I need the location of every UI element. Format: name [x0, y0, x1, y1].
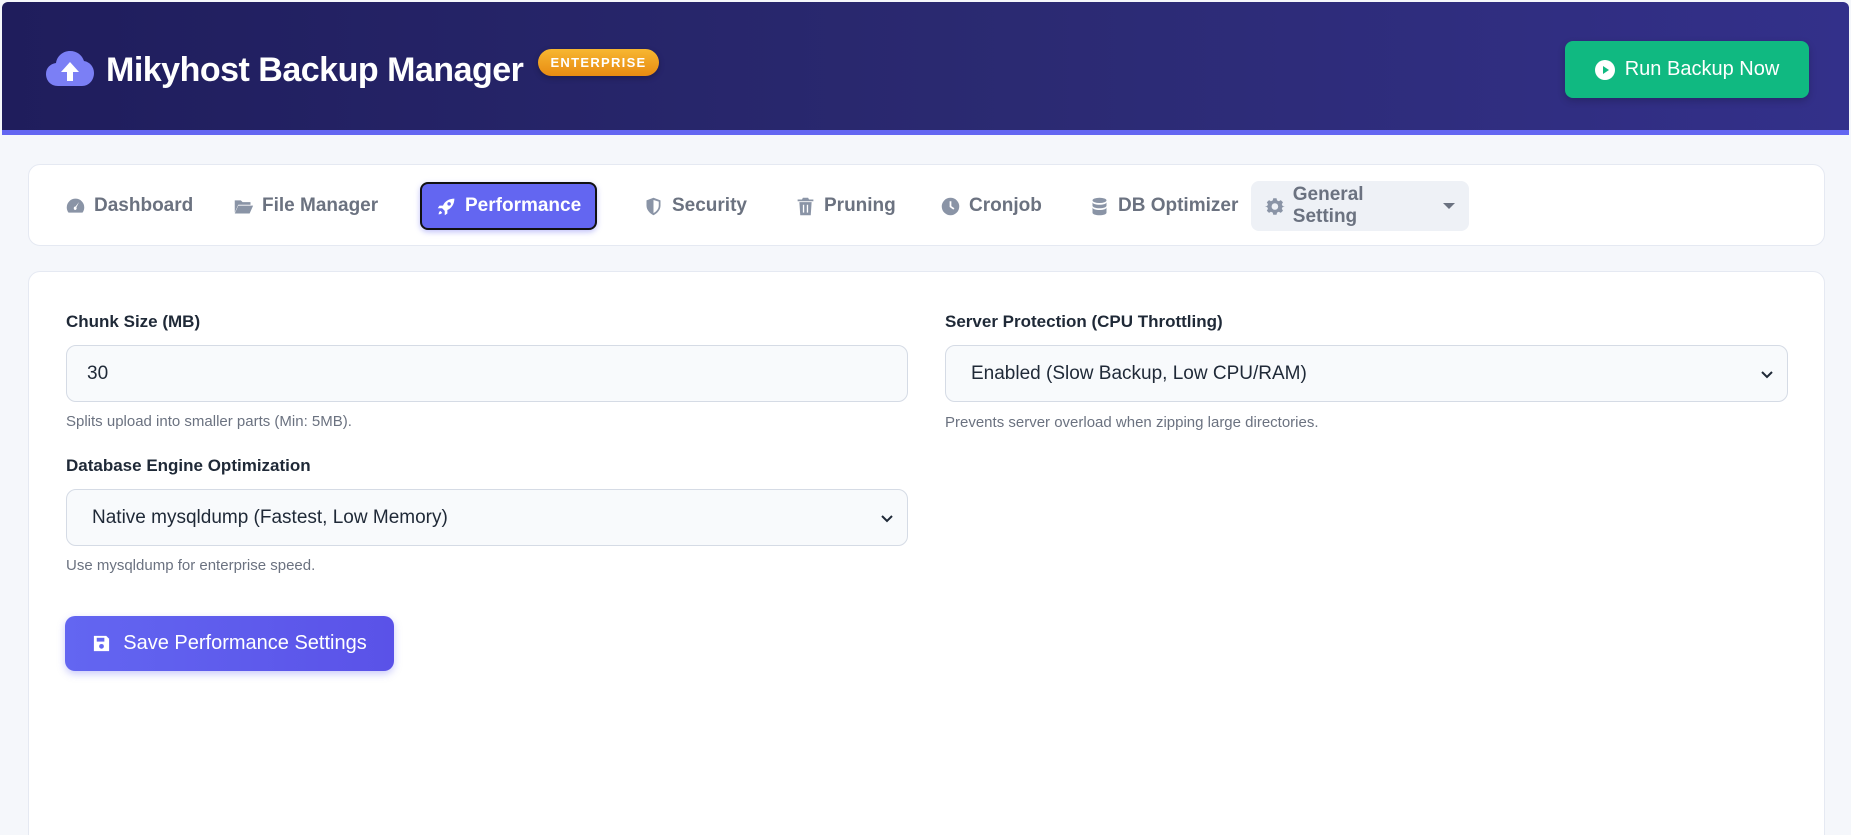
chunk-size-help: Splits upload into smaller parts (Min: 5…	[66, 413, 352, 430]
db-engine-value: Native mysqldump (Fastest, Low Memory)	[92, 506, 448, 528]
tab-db-optimizer[interactable]: DB Optimizer	[1075, 181, 1252, 231]
chevron-down-icon	[1761, 370, 1773, 378]
gauge-icon	[66, 198, 85, 213]
app-header: Mikyhost Backup Manager ENTERPRISE Run B…	[2, 2, 1849, 135]
save-button-label: Save Performance Settings	[123, 632, 367, 654]
db-engine-help: Use mysqldump for enterprise speed.	[66, 557, 316, 574]
database-icon	[1092, 197, 1107, 215]
run-backup-button[interactable]: Run Backup Now	[1565, 41, 1809, 98]
enterprise-badge: ENTERPRISE	[538, 49, 659, 76]
rocket-icon	[437, 198, 455, 215]
tab-label: Pruning	[824, 195, 896, 216]
save-performance-button[interactable]: Save Performance Settings	[65, 616, 394, 671]
tab-label: General Setting	[1292, 184, 1364, 227]
db-engine-select[interactable]: Native mysqldump (Fastest, Low Memory)	[66, 489, 908, 546]
gear-icon	[1265, 197, 1285, 215]
tab-cronjob[interactable]: Cronjob	[926, 181, 1056, 231]
brand: Mikyhost Backup Manager	[46, 46, 524, 94]
trash-icon	[797, 197, 814, 215]
run-backup-label: Run Backup Now	[1624, 58, 1780, 80]
cloud-upload-icon	[46, 51, 94, 86]
db-engine-label: Database Engine Optimization	[66, 456, 311, 475]
tab-label: File Manager	[262, 195, 379, 216]
play-circle-icon	[1594, 59, 1615, 80]
tab-label: Dashboard	[94, 195, 194, 216]
tab-label: Performance	[465, 195, 582, 216]
floppy-disk-icon	[94, 635, 110, 652]
tab-label: DB Optimizer	[1118, 195, 1239, 216]
clock-icon	[941, 197, 960, 215]
caret-down-icon	[1443, 203, 1455, 209]
performance-panel: Chunk Size (MB) 30 Splits upload into sm…	[28, 271, 1825, 835]
tab-label: Cronjob	[969, 195, 1042, 216]
tab-file-manager[interactable]: File Manager	[219, 181, 392, 231]
server-protection-select[interactable]: Enabled (Slow Backup, Low CPU/RAM)	[945, 345, 1788, 402]
chunk-size-input[interactable]: 30	[66, 345, 908, 402]
server-protection-value: Enabled (Slow Backup, Low CPU/RAM)	[971, 362, 1307, 384]
tab-security[interactable]: Security	[629, 181, 761, 231]
chunk-size-label: Chunk Size (MB)	[66, 312, 201, 331]
app-title: Mikyhost Backup Manager	[106, 50, 524, 89]
tab-performance[interactable]: Performance	[420, 182, 598, 230]
tab-dashboard[interactable]: Dashboard	[51, 181, 207, 231]
tab-general-setting[interactable]: General Setting	[1251, 181, 1469, 231]
server-protection-label: Server Protection (CPU Throttling)	[945, 312, 1223, 331]
shield-icon	[646, 197, 661, 215]
tab-label: Security	[672, 195, 747, 216]
chevron-down-icon	[881, 514, 893, 522]
tab-pruning[interactable]: Pruning	[781, 181, 910, 231]
folder-open-icon	[234, 199, 254, 213]
server-protection-help: Prevents server overload when zipping la…	[945, 414, 1319, 431]
main-nav: Dashboard File Manager Performance Secur…	[28, 164, 1825, 246]
